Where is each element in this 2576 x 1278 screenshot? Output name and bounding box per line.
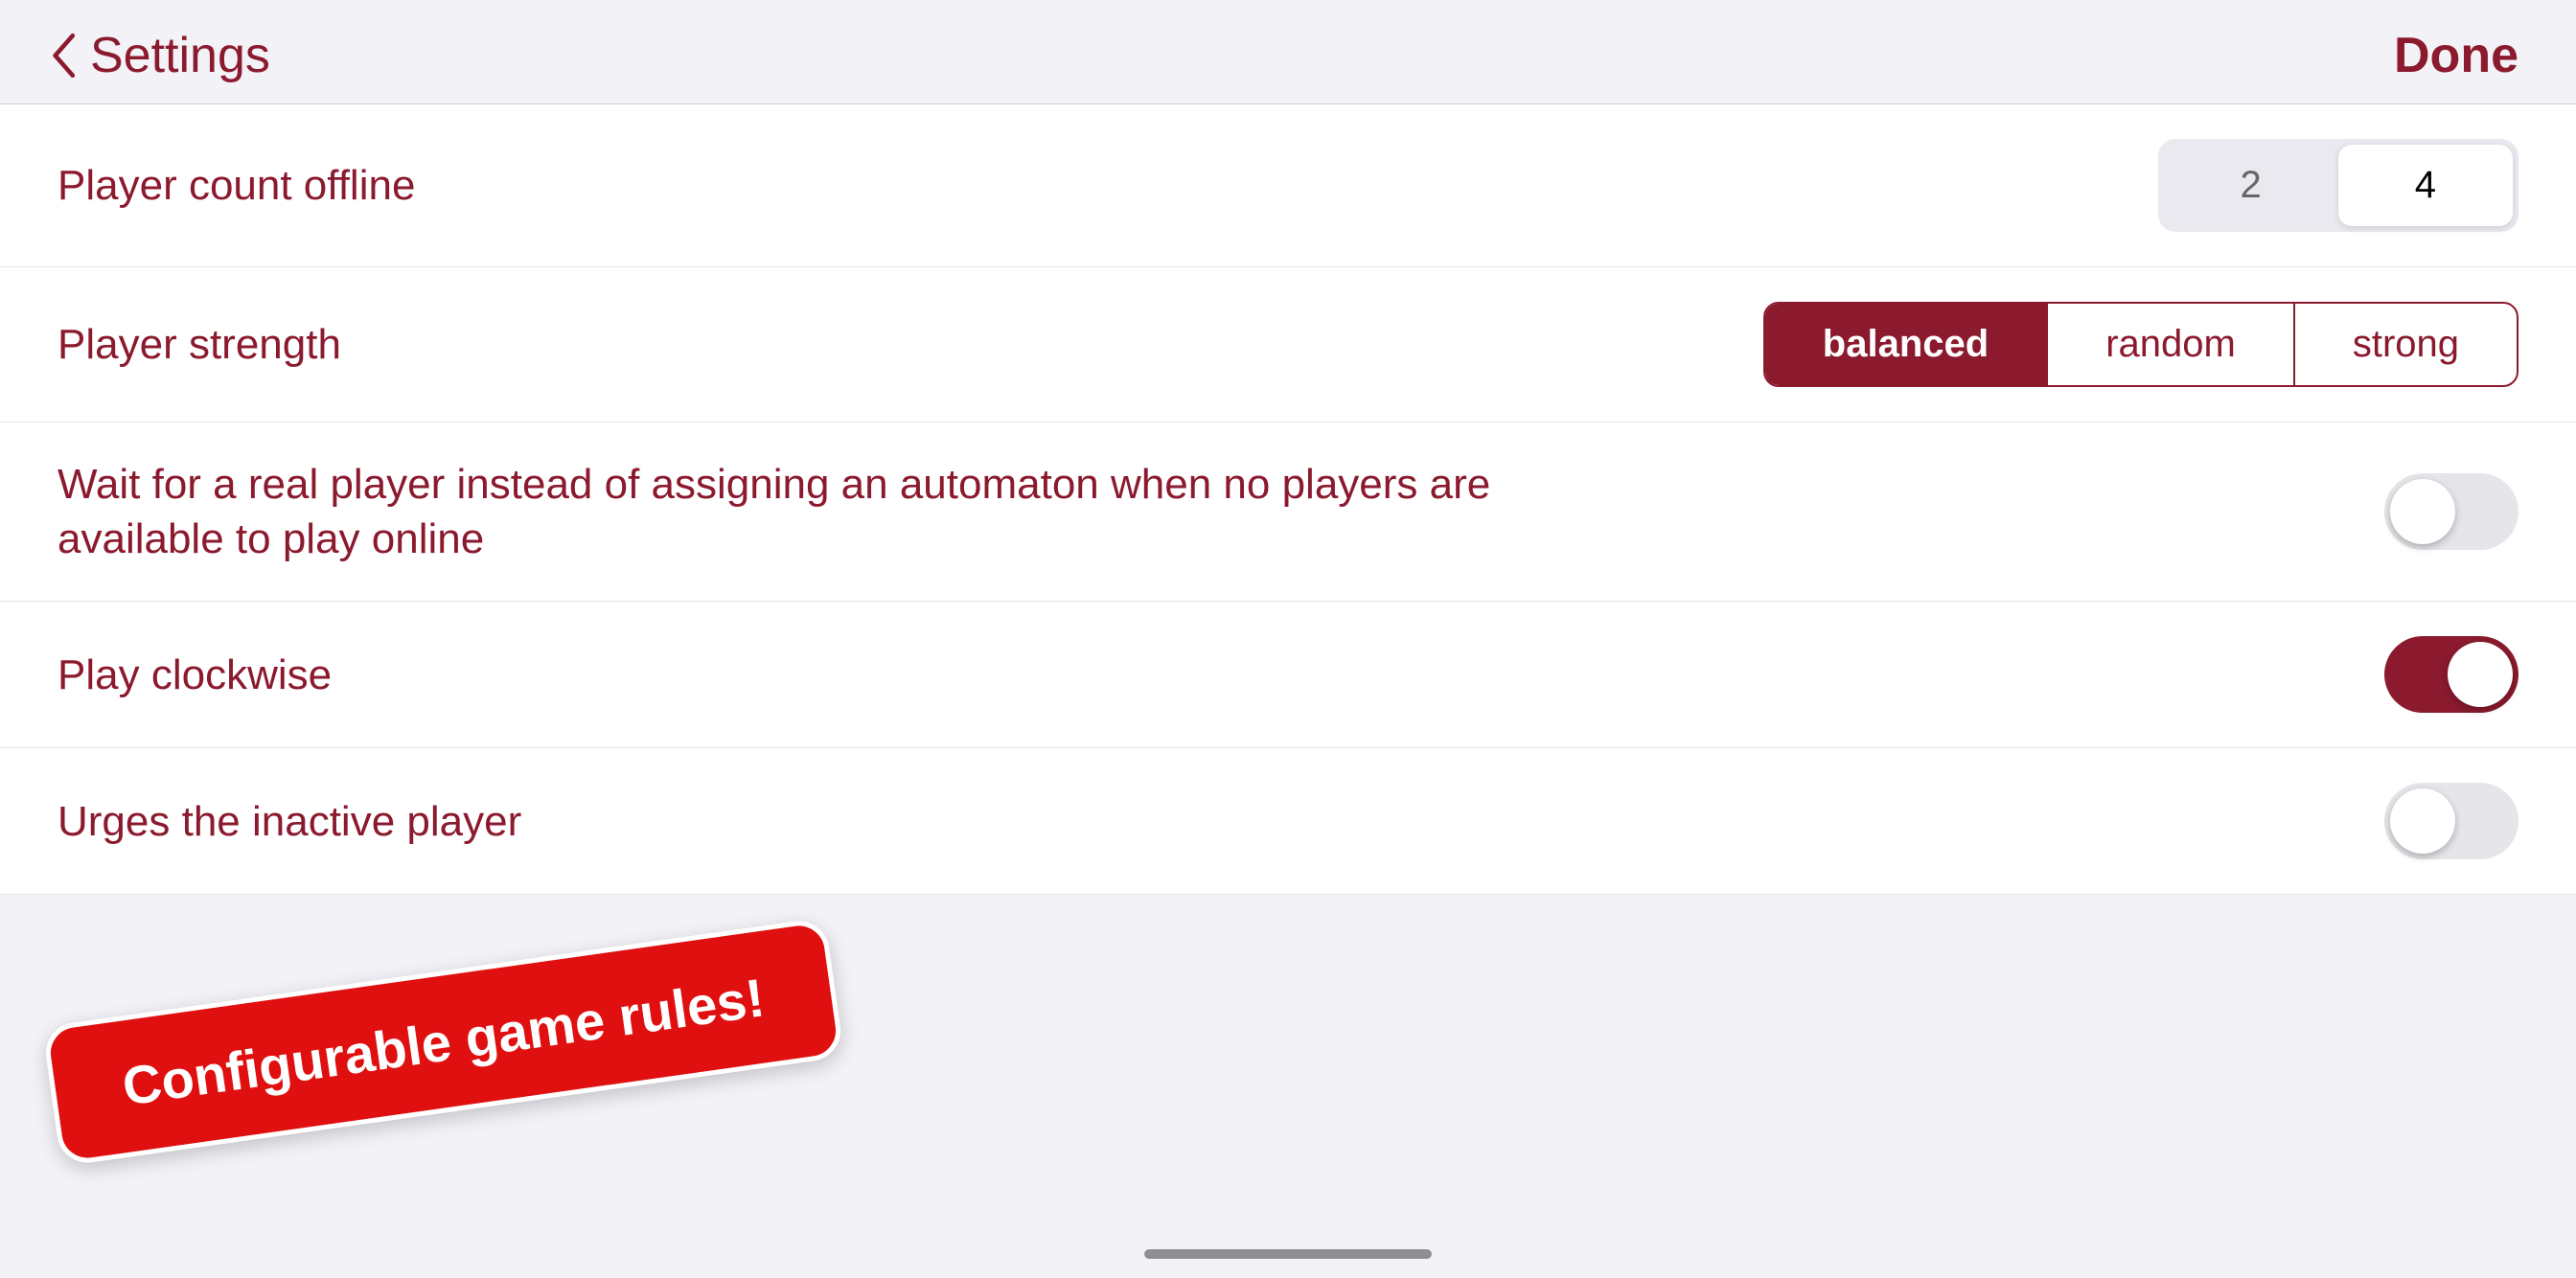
urges-inactive-row: Urges the inactive player bbox=[0, 748, 2576, 895]
player-count-control[interactable]: 2 4 bbox=[2158, 139, 2519, 232]
play-clockwise-toggle[interactable] bbox=[2384, 636, 2518, 713]
strength-random[interactable]: random bbox=[2048, 304, 2295, 385]
wait-real-player-toggle[interactable] bbox=[2384, 473, 2518, 550]
play-clockwise-row: Play clockwise bbox=[0, 602, 2576, 748]
settings-list: Player count offline 2 4 Player strength… bbox=[0, 104, 2576, 895]
player-count-row: Player count offline 2 4 bbox=[0, 104, 2576, 267]
header: Settings Done bbox=[0, 0, 2576, 104]
player-strength-row: Player strength balanced random strong bbox=[0, 267, 2576, 422]
urges-inactive-label: Urges the inactive player bbox=[58, 794, 1495, 849]
toggle-knob bbox=[2390, 788, 2455, 854]
done-button[interactable]: Done bbox=[2394, 27, 2518, 84]
bottom-area: Configurable game rules! bbox=[0, 895, 2576, 1278]
player-strength-label: Player strength bbox=[58, 317, 1495, 372]
player-count-4[interactable]: 4 bbox=[2338, 145, 2513, 226]
urges-inactive-toggle[interactable] bbox=[2384, 783, 2518, 859]
play-clockwise-label: Play clockwise bbox=[58, 648, 1495, 702]
back-button[interactable]: Settings bbox=[48, 27, 270, 84]
settings-screen: Settings Done Player count offline 2 4 P… bbox=[0, 0, 2576, 1278]
chevron-left-icon bbox=[48, 27, 82, 84]
back-label: Settings bbox=[90, 27, 270, 84]
player-count-label: Player count offline bbox=[58, 158, 1495, 213]
toggle-knob bbox=[2448, 642, 2513, 707]
wait-real-player-row: Wait for a real player instead of assign… bbox=[0, 422, 2576, 602]
game-rules-badge: Configurable game rules! bbox=[42, 918, 845, 1167]
player-strength-control[interactable]: balanced random strong bbox=[1763, 302, 2518, 387]
strength-strong[interactable]: strong bbox=[2295, 304, 2517, 385]
wait-real-player-label: Wait for a real player instead of assign… bbox=[58, 457, 1495, 566]
toggle-knob bbox=[2390, 479, 2455, 544]
player-count-2[interactable]: 2 bbox=[2164, 145, 2338, 226]
home-indicator bbox=[1144, 1249, 1432, 1259]
strength-balanced[interactable]: balanced bbox=[1765, 304, 2048, 385]
